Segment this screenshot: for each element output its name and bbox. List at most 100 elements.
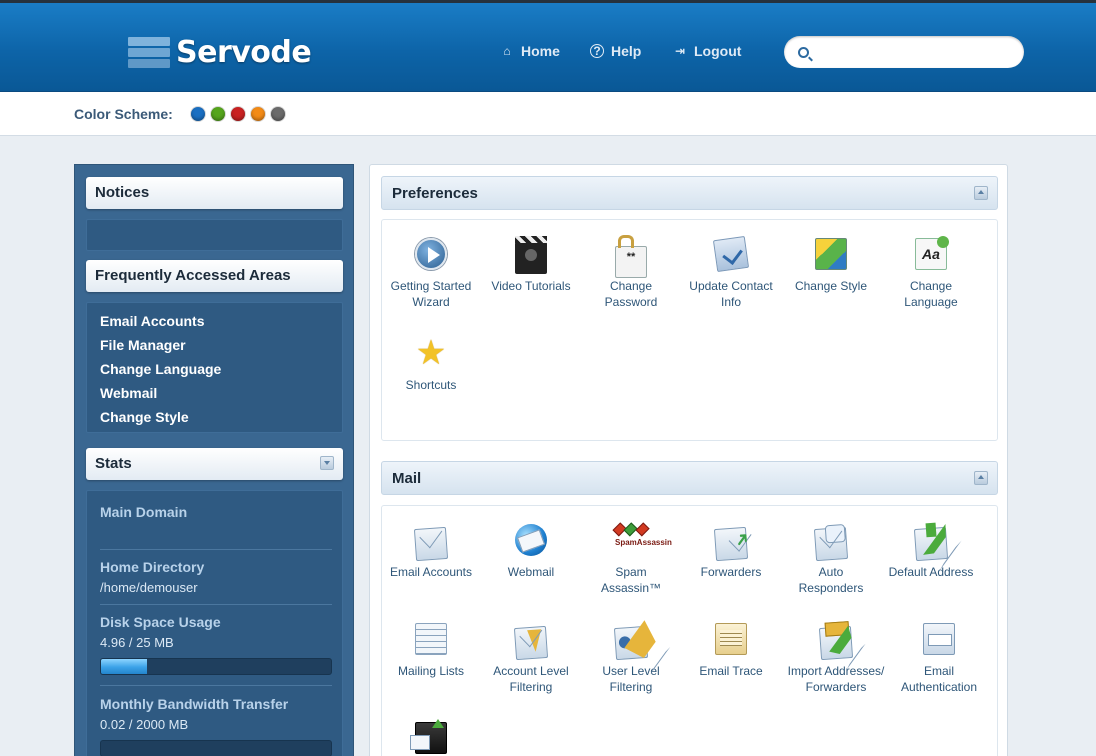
stat-divider xyxy=(100,685,332,686)
item-label: Change Style xyxy=(794,279,868,293)
pref-change-style[interactable]: Change Style xyxy=(786,238,876,294)
auto-responder-icon xyxy=(813,526,849,562)
faa-link-file-manager[interactable]: File Manager xyxy=(87,333,342,357)
default-address-icon xyxy=(913,526,949,562)
pref-change-password[interactable]: ** Change Password xyxy=(586,235,676,310)
item-label: User Level Filtering xyxy=(602,664,660,694)
pref-update-contact-info[interactable]: Update Contact Info xyxy=(686,235,776,310)
spamassassin-icon: SpamAssassin xyxy=(612,522,672,556)
stat-bandwidth-value: 0.02 / 2000 MB xyxy=(100,717,189,732)
mail-spam-assassin[interactable]: SpamAssassin Spam Assassin™ xyxy=(586,522,676,596)
mail-email-trace[interactable]: Email Trace xyxy=(686,623,776,679)
item-label: Webmail xyxy=(507,565,555,579)
mail-forwarders[interactable]: Forwarders xyxy=(686,524,776,580)
faa-link-change-style[interactable]: Change Style xyxy=(87,405,342,429)
preferences-title: Preferences xyxy=(392,185,478,202)
nav-home[interactable]: ⌂ Home xyxy=(500,43,560,59)
notices-header[interactable]: Notices xyxy=(86,177,343,209)
pref-getting-started-wizard[interactable]: Getting Started Wizard xyxy=(386,238,476,310)
main-panel: Preferences Getting Started Wizard Video… xyxy=(369,164,1008,756)
mail-user-level-filtering[interactable]: User Level Filtering xyxy=(586,623,676,695)
nav-home-label: Home xyxy=(521,43,560,59)
color-swatch-gray[interactable] xyxy=(271,107,285,121)
faa-header[interactable]: Frequently Accessed Areas xyxy=(86,260,343,292)
mail-webmail[interactable]: Webmail xyxy=(486,524,576,580)
preferences-collapse-icon[interactable] xyxy=(974,186,988,200)
preferences-header[interactable]: Preferences xyxy=(381,176,998,210)
item-label: Auto Responders xyxy=(798,565,864,595)
play-icon xyxy=(415,238,447,270)
item-label: Shortcuts xyxy=(405,378,457,392)
password-icon: ** xyxy=(615,235,647,278)
nav-logout[interactable]: ⇥ Logout xyxy=(673,43,741,59)
search-icon[interactable] xyxy=(798,47,809,58)
logout-icon: ⇥ xyxy=(674,44,686,58)
star-icon: ★ xyxy=(415,334,447,372)
brand-name: Servode xyxy=(176,35,312,70)
color-scheme-bar: Color Scheme: xyxy=(0,92,1096,136)
mail-mailing-lists[interactable]: Mailing Lists xyxy=(386,623,476,679)
mail-email-accounts[interactable]: Email Accounts xyxy=(386,524,476,580)
faa-link-email-accounts[interactable]: Email Accounts xyxy=(87,309,342,333)
color-scheme-label: Color Scheme: xyxy=(74,106,173,122)
nav-help[interactable]: ? Help xyxy=(590,43,641,59)
stat-home-dir-value: /home/demouser xyxy=(100,580,198,595)
user-filter-icon xyxy=(613,625,649,661)
pref-shortcuts[interactable]: ★ Shortcuts xyxy=(386,334,476,393)
stat-divider xyxy=(100,604,332,605)
webmail-icon xyxy=(515,524,547,556)
clapperboard-icon xyxy=(515,236,547,274)
email-trace-icon xyxy=(715,623,747,655)
mail-mx-entry[interactable] xyxy=(386,719,476,756)
logo[interactable]: Servode xyxy=(128,35,312,70)
faa-box: Email Accounts File Manager Change Langu… xyxy=(86,302,343,433)
stat-main-domain-label: Main Domain xyxy=(100,504,188,520)
item-label: Change Language xyxy=(904,279,958,309)
mx-entry-icon xyxy=(410,719,447,754)
mail-auto-responders[interactable]: Auto Responders xyxy=(786,524,876,596)
mail-default-address[interactable]: Default Address xyxy=(886,524,976,580)
mail-import-addresses[interactable]: Import Addresses/ Forwarders xyxy=(786,623,886,695)
stats-title: Stats xyxy=(95,455,132,472)
pref-change-language[interactable]: Aa Change Language xyxy=(886,236,976,310)
stat-bandwidth-label: Monthly Bandwidth Transfer xyxy=(100,696,289,712)
faa-link-change-language[interactable]: Change Language xyxy=(87,357,342,381)
color-swatch-blue[interactable] xyxy=(191,107,205,121)
color-swatch-red[interactable] xyxy=(231,107,245,121)
envelope-icon xyxy=(413,526,449,562)
logo-mark-icon xyxy=(128,36,170,69)
stats-collapse-icon[interactable] xyxy=(320,456,334,470)
mail-collapse-icon[interactable] xyxy=(974,471,988,485)
item-label: Getting Started Wizard xyxy=(390,279,472,309)
faa-link-webmail[interactable]: Webmail xyxy=(87,381,342,405)
mail-body: Email Accounts Webmail SpamAssassin Spam… xyxy=(381,505,998,756)
mail-account-level-filtering[interactable]: Account Level Filtering xyxy=(486,623,576,695)
item-label: Email Accounts xyxy=(389,565,473,579)
nav-logout-label: Logout xyxy=(694,43,742,59)
bandwidth-bar xyxy=(100,740,332,756)
stats-header[interactable]: Stats xyxy=(86,448,343,480)
color-swatch-orange[interactable] xyxy=(251,107,265,121)
item-label: Spam Assassin™ xyxy=(600,565,662,595)
color-swatch-green[interactable] xyxy=(211,107,225,121)
home-icon: ⌂ xyxy=(503,44,511,58)
mail-email-authentication[interactable]: Email Authentication xyxy=(886,623,992,695)
item-label: Account Level Filtering xyxy=(493,664,569,694)
nav-help-label: Help xyxy=(611,43,642,59)
faa-title: Frequently Accessed Areas xyxy=(95,267,291,284)
item-label: Import Addresses/ Forwarders xyxy=(787,664,885,694)
notices-box xyxy=(86,219,343,251)
stat-disk-usage: Disk Space Usage 4.96 / 25 MB xyxy=(100,614,332,650)
item-label: Email Authentication xyxy=(900,664,978,694)
search-input[interactable] xyxy=(818,42,1013,62)
item-label: Default Address xyxy=(888,565,974,579)
contact-info-icon xyxy=(712,235,750,273)
mail-title: Mail xyxy=(392,470,422,487)
mailing-list-icon xyxy=(415,623,447,655)
notices-title: Notices xyxy=(95,184,150,201)
stat-home-directory: Home Directory /home/demouser xyxy=(100,559,332,595)
pref-video-tutorials[interactable]: Video Tutorials xyxy=(486,236,576,294)
item-label: Mailing Lists xyxy=(397,664,465,678)
mail-header[interactable]: Mail xyxy=(381,461,998,495)
search-box xyxy=(784,36,1024,68)
